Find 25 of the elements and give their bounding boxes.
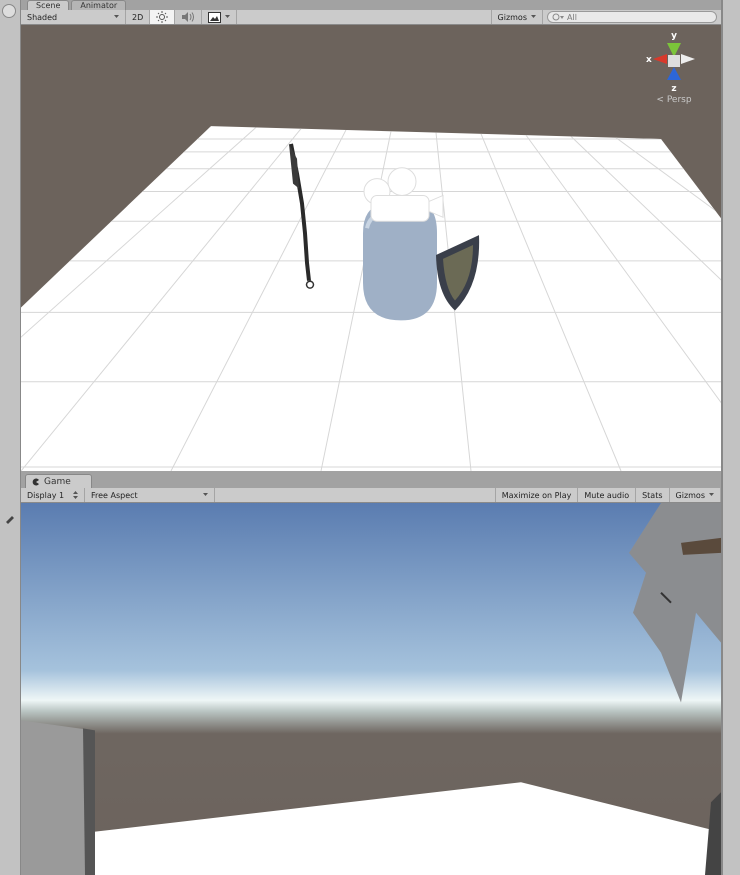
caret-icon <box>709 493 714 497</box>
search-icon <box>552 12 564 22</box>
scene-viewport[interactable]: y x z < Persp <box>21 25 721 471</box>
axis-label: y <box>671 31 677 41</box>
caret-icon <box>531 15 536 19</box>
caret-icon <box>225 15 230 19</box>
axis-gizmo-drawing[interactable]: x <box>646 43 695 80</box>
pacman-icon <box>32 478 40 486</box>
caret-icon <box>114 15 119 19</box>
lighting-toggle[interactable] <box>150 10 176 24</box>
panel-tab[interactable]: Game <box>25 474 92 488</box>
toggle-icon[interactable] <box>2 4 16 18</box>
speaker-icon <box>181 11 196 23</box>
stepper-icon <box>73 491 78 499</box>
axis-label: z <box>671 84 677 94</box>
caret-icon <box>203 493 208 497</box>
pencil-icon[interactable] <box>4 514 16 524</box>
panel-tab[interactable]: Scene <box>27 0 70 10</box>
search-field[interactable]: All <box>547 11 717 23</box>
sun-icon <box>156 11 168 23</box>
image-icon <box>208 12 222 22</box>
panel-tab[interactable]: Animator <box>71 0 126 10</box>
projection-label[interactable]: < Persp <box>656 95 692 105</box>
axis-label: x <box>646 55 652 65</box>
camera-icon <box>364 167 444 222</box>
